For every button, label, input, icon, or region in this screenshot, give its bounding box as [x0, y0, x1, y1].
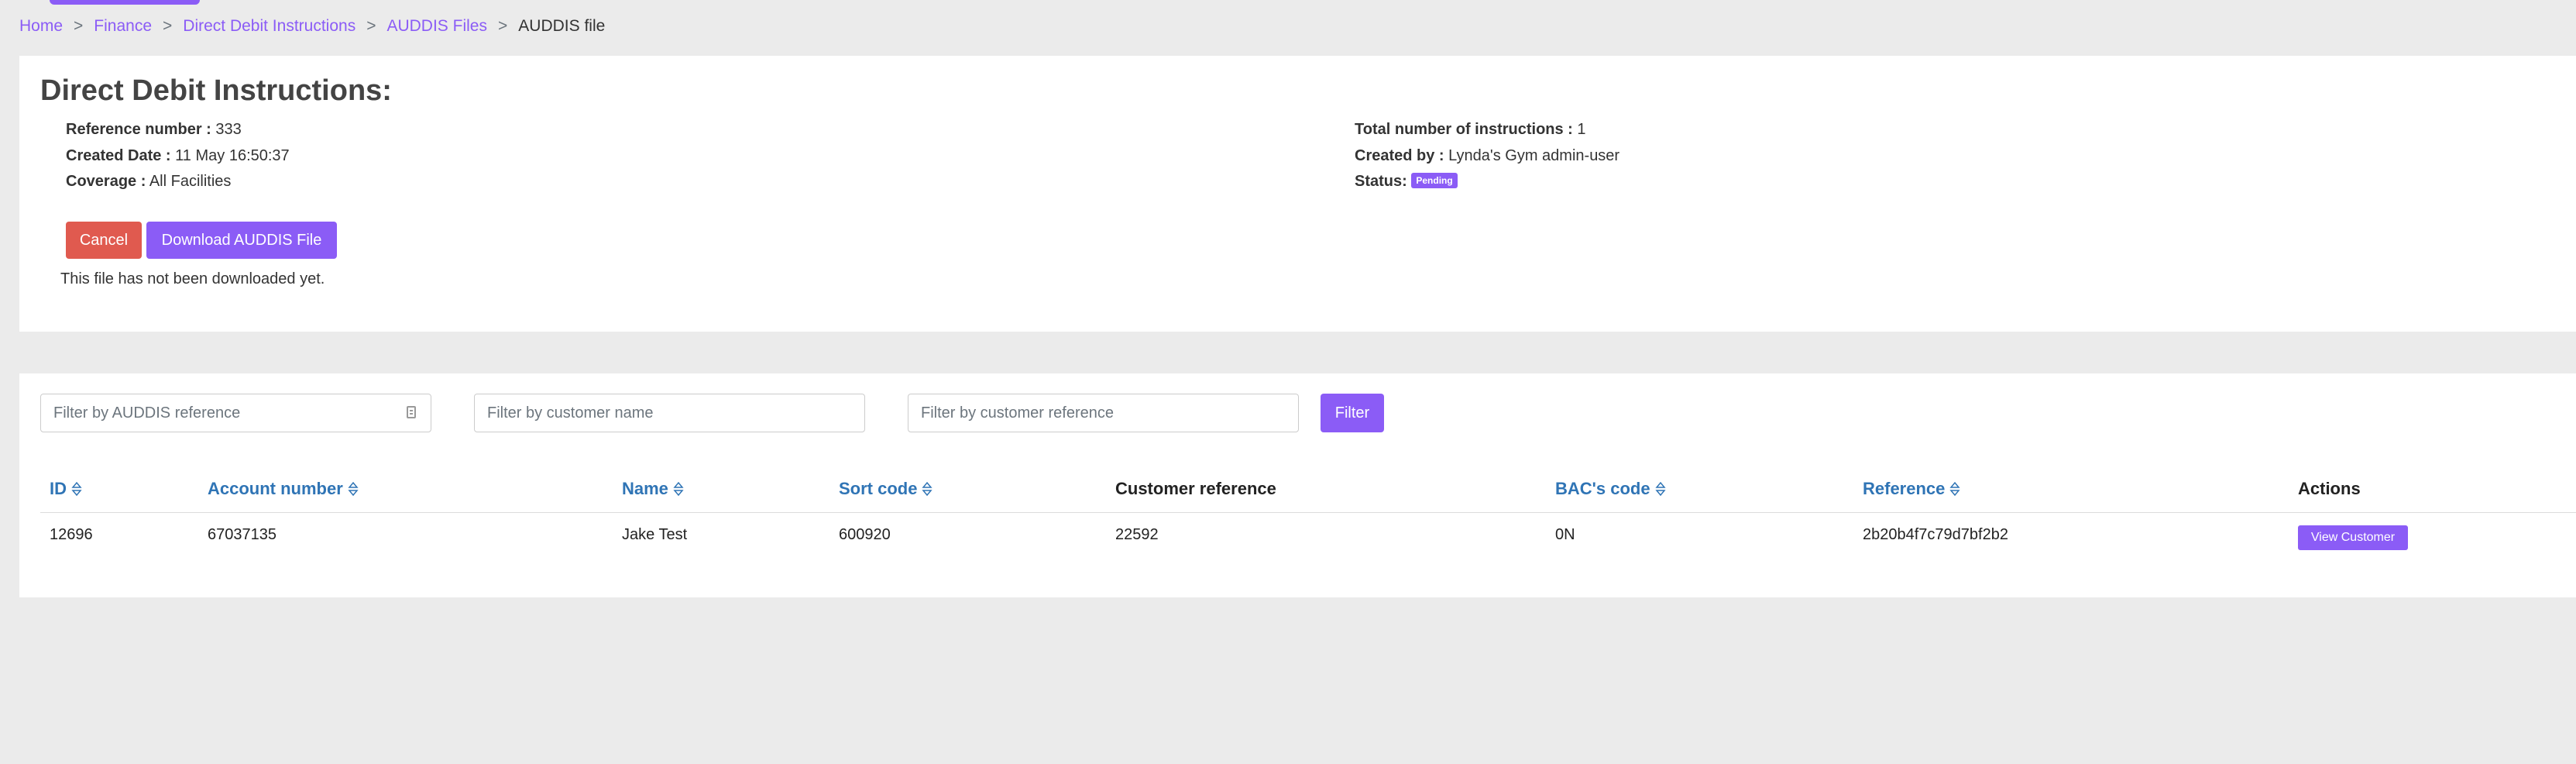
filter-button[interactable]: Filter — [1321, 394, 1384, 432]
column-header-name[interactable]: Name — [622, 479, 684, 499]
column-header-actions: Actions — [2298, 479, 2361, 499]
column-header-label: ID — [50, 479, 67, 498]
cell-bacs-code: 0N — [1555, 526, 1575, 543]
download-auddis-file-button[interactable]: Download AUDDIS File — [146, 222, 337, 259]
status-badge: Pending — [1411, 172, 1458, 188]
coverage-row: Coverage : All Facilities — [66, 173, 231, 191]
cell-id: 12696 — [50, 526, 93, 543]
status-label: Status: — [1355, 173, 1407, 190]
total-instructions-value: 1 — [1577, 121, 1586, 138]
reference-number-row: Reference number : 333 — [66, 121, 242, 139]
breadcrumb-finance[interactable]: Finance — [94, 17, 152, 36]
breadcrumb-separator: > — [163, 17, 173, 35]
breadcrumb-separator: > — [74, 17, 84, 35]
coverage-value: All Facilities — [149, 173, 232, 190]
created-by-row: Created by : Lynda's Gym admin-user — [1355, 147, 1619, 165]
breadcrumb-direct-debit-instructions[interactable]: Direct Debit Instructions — [183, 17, 355, 36]
breadcrumb: Home > Finance > Direct Debit Instructio… — [19, 17, 605, 36]
instruction-details-card: Direct Debit Instructions: Reference num… — [19, 56, 2576, 332]
instructions-table-card: Filter ID Account number Name Sort code … — [19, 373, 2576, 597]
cell-account-number: 67037135 — [208, 526, 276, 543]
page-title: Direct Debit Instructions: — [40, 74, 392, 107]
created-by-label: Created by : — [1355, 147, 1444, 164]
column-header-label: Sort code — [839, 479, 918, 498]
reference-number-value: 333 — [215, 121, 242, 138]
sort-icon — [1949, 481, 1960, 497]
created-by-value: Lynda's Gym admin-user — [1448, 147, 1620, 164]
sort-icon — [71, 481, 82, 497]
cancel-button[interactable]: Cancel — [66, 222, 142, 259]
breadcrumb-home[interactable]: Home — [19, 17, 63, 36]
breadcrumb-current: AUDDIS file — [518, 17, 606, 35]
status-row: Status: Pending — [1355, 172, 1458, 191]
breadcrumb-separator: > — [498, 17, 508, 35]
column-header-label: Account number — [208, 479, 343, 498]
total-instructions-row: Total number of instructions : 1 — [1355, 121, 1586, 139]
coverage-label: Coverage : — [66, 173, 146, 190]
column-header-reference[interactable]: Reference — [1863, 479, 1960, 499]
cell-name: Jake Test — [622, 526, 688, 543]
column-header-account-number[interactable]: Account number — [208, 479, 359, 499]
reference-number-label: Reference number : — [66, 121, 211, 138]
sort-icon — [1654, 481, 1666, 497]
customer-reference-filter-input[interactable] — [908, 394, 1299, 432]
view-customer-button[interactable]: View Customer — [2298, 525, 2408, 550]
cell-customer-reference: 22592 — [1115, 526, 1159, 543]
created-date-value: 11 May 16:50:37 — [175, 147, 290, 164]
column-header-bacs-code[interactable]: BAC's code — [1555, 479, 1666, 499]
sort-icon — [348, 481, 359, 497]
column-header-id[interactable]: ID — [50, 479, 82, 499]
top-button-stub[interactable] — [50, 0, 200, 5]
sort-icon — [922, 481, 933, 497]
sort-icon — [673, 481, 684, 497]
clipboard-icon — [407, 406, 416, 418]
cell-reference: 2b20b4f7c79d7bf2b2 — [1863, 526, 2008, 543]
column-header-customer-reference: Customer reference — [1115, 479, 1276, 499]
breadcrumb-separator: > — [366, 17, 376, 35]
column-header-label: Reference — [1863, 479, 1946, 498]
column-header-label: Actions — [2298, 479, 2361, 498]
download-status-note: This file has not been downloaded yet. — [60, 270, 325, 287]
breadcrumb-auddis-files[interactable]: AUDDIS Files — [386, 17, 487, 36]
auddis-reference-filter-input[interactable] — [40, 394, 431, 432]
column-header-label: BAC's code — [1555, 479, 1650, 498]
column-header-sort-code[interactable]: Sort code — [839, 479, 933, 499]
created-date-label: Created Date : — [66, 147, 171, 164]
cell-sort-code: 600920 — [839, 526, 891, 543]
created-date-row: Created Date : 11 May 16:50:37 — [66, 147, 290, 165]
column-header-label: Name — [622, 479, 668, 498]
column-header-label: Customer reference — [1115, 479, 1276, 498]
customer-name-filter-input[interactable] — [474, 394, 865, 432]
table-header-divider — [40, 512, 2576, 513]
total-instructions-label: Total number of instructions : — [1355, 121, 1573, 138]
